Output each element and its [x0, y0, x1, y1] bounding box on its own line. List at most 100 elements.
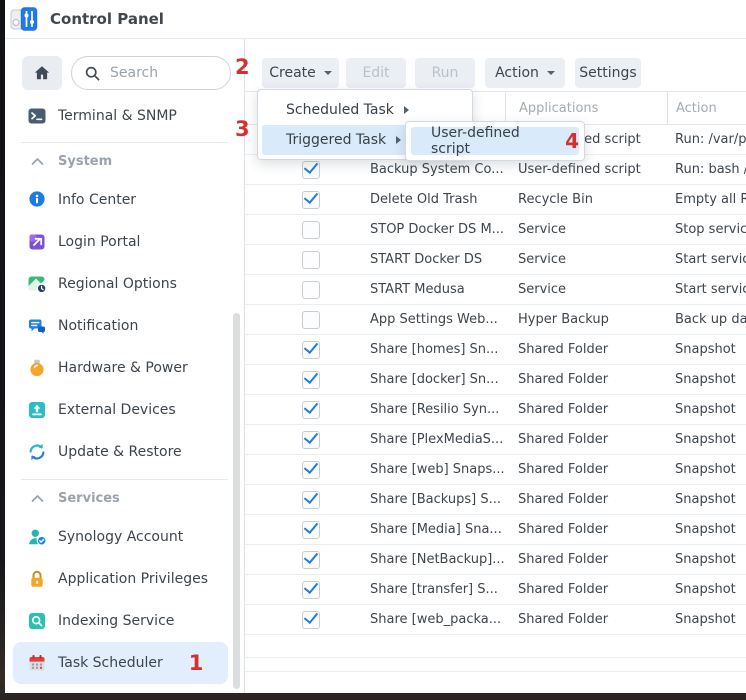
sidebar-item-login-portal[interactable]: Login Portal [5, 221, 244, 263]
sidebar-item-terminal-snmp[interactable]: Terminal & SNMP [5, 96, 244, 136]
window-title: Control Panel [50, 10, 164, 28]
column-header-applications[interactable]: Applications [505, 92, 667, 124]
sidebar-item-external-devices[interactable]: External Devices [5, 389, 244, 431]
regional-options-icon [27, 274, 47, 294]
task-table: User-defined scriptRun: /var/pBackup Sys… [245, 125, 746, 635]
row-checkbox[interactable] [302, 221, 320, 239]
task-name-cell: Share [Resilio Syn... [330, 395, 505, 424]
applications-cell: Shared Folder [505, 545, 667, 574]
row-checkbox[interactable] [302, 341, 320, 359]
sidebar-section-services[interactable]: Services [5, 480, 244, 516]
sidebar-item-label: Indexing Service [58, 613, 174, 629]
sidebar-item-hardware-power[interactable]: Hardware & Power [5, 347, 244, 389]
row-checkbox[interactable] [302, 581, 320, 599]
row-checkbox[interactable] [302, 401, 320, 419]
row-checkbox[interactable] [302, 251, 320, 269]
search-box [71, 56, 231, 90]
home-button[interactable] [22, 56, 62, 90]
task-scheduler-icon [27, 653, 47, 673]
action-cell: Run: bash / [667, 155, 746, 184]
submenu-arrow-icon [396, 136, 401, 144]
table-row[interactable]: Share [Media] Sna...Shared FolderSnapsho… [245, 515, 746, 545]
row-checkbox[interactable] [302, 431, 320, 449]
sidebar-item-label: Notification [58, 318, 138, 334]
applications-cell: Shared Folder [505, 425, 667, 454]
applications-cell: Shared Folder [505, 575, 667, 604]
edit-button[interactable]: Edit [346, 58, 406, 88]
sidebar-item-synology-account[interactable]: Synology Account [5, 516, 244, 558]
sidebar-item-update-restore[interactable]: Update & Restore [5, 431, 244, 473]
column-header-action[interactable]: Action [667, 92, 746, 124]
sidebar-item-label: Info Center [58, 192, 136, 208]
applications-cell: Recycle Bin [505, 185, 667, 214]
table-row[interactable]: Share [web] Snaps...Shared FolderSnapsho… [245, 455, 746, 485]
sidebar-item-info-center[interactable]: Info Center [5, 179, 244, 221]
table-row[interactable]: Share [homes] Sn...Shared FolderSnapshot [245, 335, 746, 365]
applications-cell: Shared Folder [505, 395, 667, 424]
row-checkbox[interactable] [302, 371, 320, 389]
applications-cell: Shared Folder [505, 515, 667, 544]
task-name-cell: START Medusa [330, 275, 505, 304]
table-row[interactable]: Share [docker] Sn...Shared FolderSnapsho… [245, 365, 746, 395]
applications-cell: Shared Folder [505, 455, 667, 484]
action-cell: Run: /var/p [667, 125, 746, 154]
task-name-cell: Share [Media] Sna... [330, 515, 505, 544]
table-row[interactable]: Delete Old TrashRecycle BinEmpty all R [245, 185, 746, 215]
task-name-cell: STOP Docker DS M... [330, 215, 505, 244]
sidebar-scrollbar[interactable] [233, 313, 240, 689]
table-row[interactable]: App Settings Web...Hyper BackupBack up d… [245, 305, 746, 335]
action-cell: Empty all R [667, 185, 746, 214]
applications-cell: Shared Folder [505, 335, 667, 364]
settings-button[interactable]: Settings [575, 58, 641, 88]
task-name-cell: Share [docker] Sn... [330, 365, 505, 394]
table-row[interactable]: Share [PlexMediaS...Shared FolderSnapsho… [245, 425, 746, 455]
sidebar-item-indexing-service[interactable]: Indexing Service [5, 600, 244, 642]
applications-cell: Service [505, 215, 667, 244]
row-checkbox[interactable] [302, 191, 320, 209]
task-name-cell: START Docker DS [330, 245, 505, 274]
sidebar-section-system[interactable]: System [5, 143, 244, 179]
submenu-arrow-icon [404, 106, 409, 114]
action-cell: Stop servic [667, 215, 746, 244]
action-cell: Snapshot [667, 515, 746, 544]
action-cell: Snapshot [667, 455, 746, 484]
hardware-power-icon [27, 358, 47, 378]
table-row[interactable]: STOP Docker DS M...ServiceStop servic [245, 215, 746, 245]
table-row[interactable]: Share [web_packa...Shared FolderSnapshot [245, 605, 746, 635]
row-checkbox[interactable] [302, 461, 320, 479]
row-checkbox[interactable] [302, 491, 320, 509]
applications-cell: Hyper Backup [505, 305, 667, 334]
table-row[interactable]: Share [transfer] S...Shared FolderSnapsh… [245, 575, 746, 605]
table-row[interactable]: Share [Backups] S...Shared FolderSnapsho… [245, 485, 746, 515]
sidebar-item-task-scheduler[interactable]: Task Scheduler1 [13, 642, 228, 684]
row-checkbox[interactable] [302, 281, 320, 299]
annotation-4: 4 [565, 129, 579, 153]
row-checkbox[interactable] [302, 311, 320, 329]
table-row[interactable]: Share [NetBackup]...Shared FolderSnapsho… [245, 545, 746, 575]
sidebar-item-application-privileges[interactable]: Application Privileges [5, 558, 244, 600]
sidebar-item-regional-options[interactable]: Regional Options [5, 263, 244, 305]
task-name-cell: App Settings Web... [330, 305, 505, 334]
table-row[interactable]: Share [Resilio Syn...Shared FolderSnapsh… [245, 395, 746, 425]
create-button[interactable]: Create [262, 58, 339, 88]
row-checkbox[interactable] [302, 161, 320, 179]
row-checkbox[interactable] [302, 611, 320, 629]
row-checkbox[interactable] [302, 521, 320, 539]
search-input[interactable] [108, 64, 222, 82]
annotation-1: 1 [189, 651, 204, 675]
sidebar-item-notification[interactable]: Notification [5, 305, 244, 347]
action-cell: Snapshot [667, 395, 746, 424]
action-button[interactable]: Action [485, 58, 565, 88]
sidebar-item-label: Login Portal [58, 234, 140, 250]
task-name-cell: Share [PlexMediaS... [330, 425, 505, 454]
titlebar: Control Panel [5, 0, 746, 39]
sidebar-item-label: Update & Restore [58, 444, 182, 460]
menu-item-user-defined-script[interactable]: User-defined script 4 [411, 127, 579, 155]
row-checkbox[interactable] [302, 551, 320, 569]
annotation-2: 2 [235, 55, 250, 79]
run-button[interactable]: Run [415, 58, 475, 88]
task-name-cell: Share [transfer] S... [330, 575, 505, 604]
sidebar-item-label: Synology Account [58, 529, 183, 545]
table-row[interactable]: START Docker DSServiceStart servic [245, 245, 746, 275]
table-row[interactable]: START MedusaServiceStart servic [245, 275, 746, 305]
